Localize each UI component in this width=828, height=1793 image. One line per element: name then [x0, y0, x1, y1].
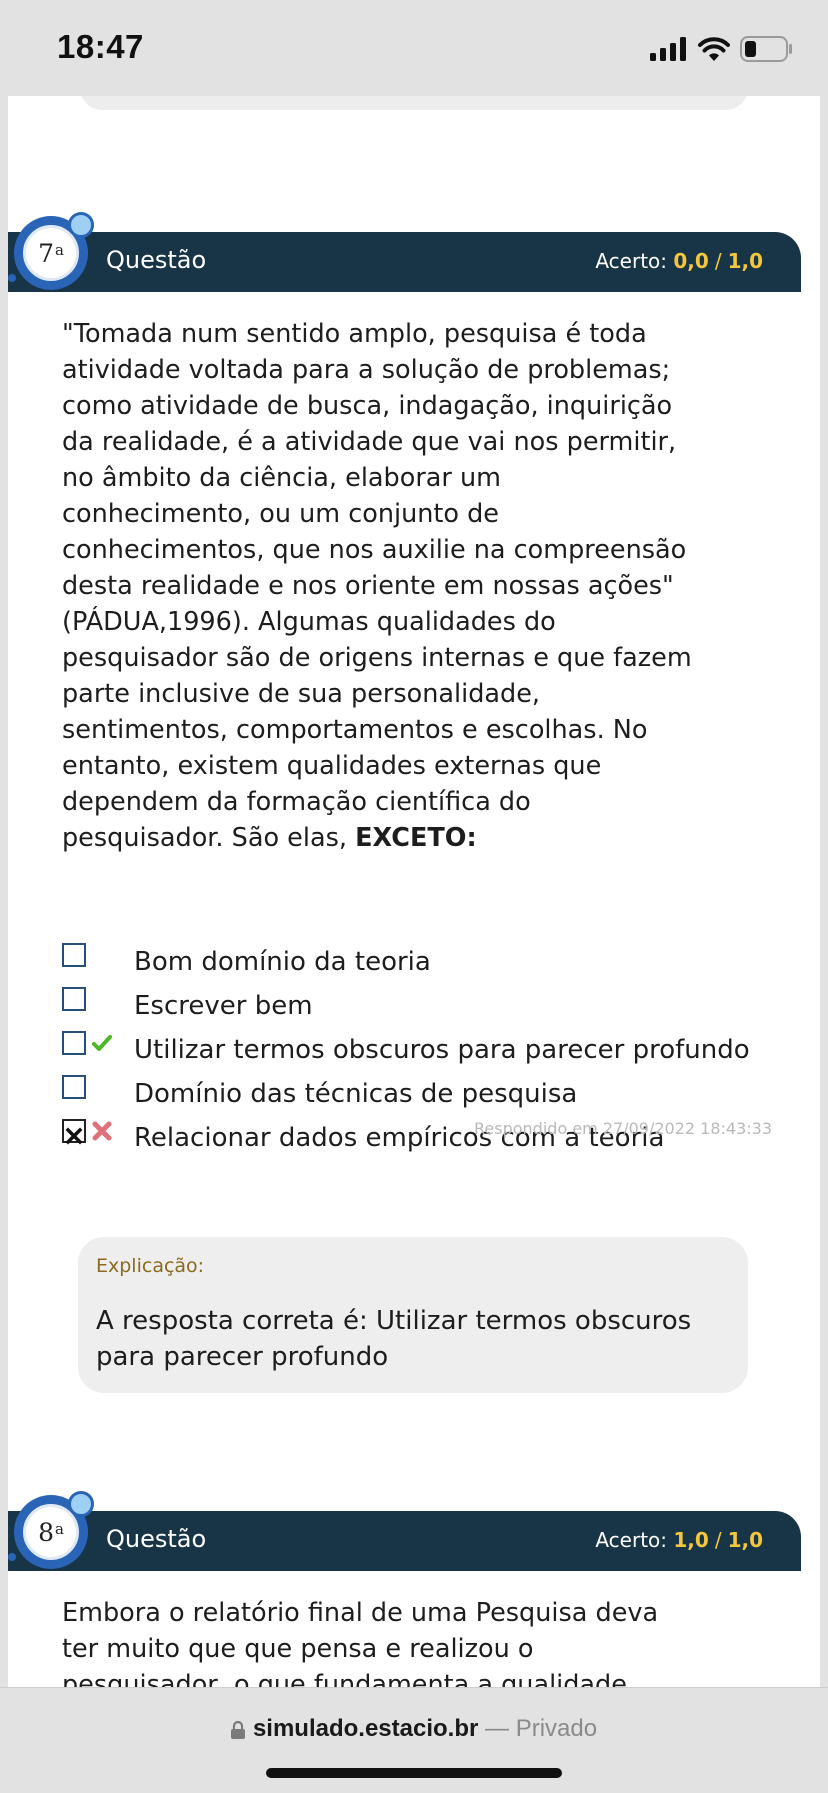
question-body: Embora o relatório final de uma Pesquisa… [62, 1598, 659, 1687]
answer-option[interactable]: Utilizar termos obscuros para parecer pr… [62, 1031, 762, 1068]
score-separator: / [714, 249, 722, 273]
score-value: 1,0 [673, 1528, 709, 1552]
url-display[interactable]: simulado.estacio.br — Privado [0, 1715, 828, 1743]
question-text: "Tomada num sentido amplo, pesquisa é to… [62, 316, 692, 856]
question-ordinal: a [54, 241, 64, 259]
url-domain: simulado.estacio.br [252, 1715, 479, 1742]
question-score: Acerto: 0,0/1,0 [595, 249, 763, 273]
private-mode-label: Privado [515, 1715, 598, 1742]
question-label: Questão [106, 1525, 207, 1553]
checkbox-x-icon [65, 1127, 83, 1145]
home-indicator[interactable] [266, 1768, 562, 1778]
status-bar: 18:47 [0, 0, 828, 96]
question-label: Questão [106, 246, 207, 274]
battery-icon [740, 36, 792, 62]
option-label: Utilizar termos obscuros para parecer pr… [134, 1035, 750, 1065]
status-icons [650, 36, 794, 62]
question-score: Acerto: 1,0/1,0 [595, 1528, 763, 1552]
option-checkbox[interactable] [62, 943, 86, 967]
question-ordinal: a [54, 1520, 64, 1538]
cross-icon [92, 1121, 112, 1141]
question-body: "Tomada num sentido amplo, pesquisa é to… [62, 319, 692, 853]
previous-explanation-box [80, 96, 748, 110]
score-max: 1,0 [727, 1528, 763, 1552]
explanation-box: Explicação: A resposta correta é: Utiliz… [78, 1237, 748, 1393]
question-header: Questão Acerto: 1,0/1,0 [8, 1511, 801, 1571]
question-number-badge: 8a [8, 1491, 96, 1577]
checkmark-icon [92, 1035, 112, 1051]
answer-option[interactable]: Bom domínio da teoria [62, 943, 762, 980]
answer-option[interactable]: Domínio das técnicas de pesquisa [62, 1075, 762, 1112]
answer-option[interactable]: Escrever bem [62, 987, 762, 1024]
score-separator: / [714, 1528, 722, 1552]
wifi-icon [698, 37, 730, 61]
url-separator: — [485, 1715, 510, 1742]
status-time: 18:47 [57, 28, 144, 65]
explanation-text: A resposta correta é: Utilizar termos ob… [96, 1306, 692, 1372]
question-number-badge: 7a [8, 212, 96, 298]
score-label: Acerto: [595, 1528, 668, 1552]
score-max: 1,0 [727, 249, 763, 273]
option-checkbox[interactable] [62, 1031, 86, 1055]
option-checkbox[interactable] [62, 987, 86, 1011]
question-text: Embora o relatório final de uma Pesquisa… [62, 1595, 692, 1687]
option-label: Domínio das técnicas de pesquisa [134, 1079, 578, 1109]
option-label: Escrever bem [134, 991, 313, 1021]
explanation-label: Explicação: [96, 1255, 205, 1277]
question-header: Questão Acerto: 0,0/1,0 [8, 232, 801, 292]
question-emphasis: EXCETO: [355, 823, 477, 853]
browser-address-bar[interactable]: simulado.estacio.br — Privado [0, 1687, 828, 1793]
score-label: Acerto: [595, 249, 668, 273]
lock-icon [230, 1720, 245, 1739]
score-value: 0,0 [673, 249, 709, 273]
signal-icon [650, 37, 686, 61]
option-checkbox-checked[interactable] [62, 1119, 86, 1145]
question-number: 8 [38, 1517, 54, 1547]
answered-timestamp: Respondido em 27/09/2022 18:43:33 [474, 1119, 772, 1138]
question-number: 7 [38, 238, 54, 268]
option-label: Bom domínio da teoria [134, 947, 431, 977]
page-content[interactable]: Questão Acerto: 0,0/1,0 7a "Tomada num s… [8, 96, 820, 1687]
option-checkbox[interactable] [62, 1075, 86, 1099]
